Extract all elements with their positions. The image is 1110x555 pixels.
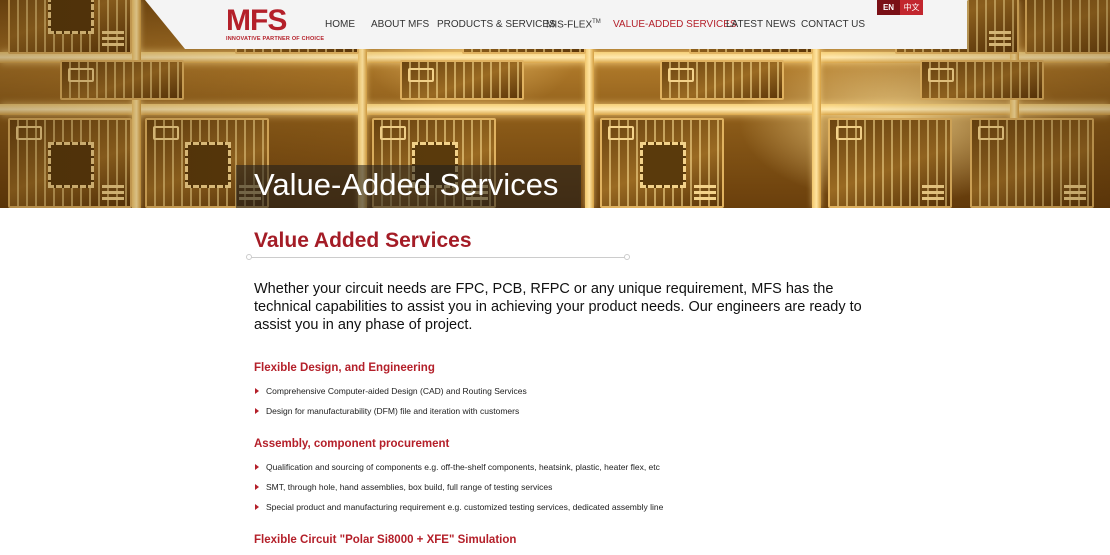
bullet-arrow-icon xyxy=(255,484,259,490)
language-switcher: EN 中文 xyxy=(877,0,923,15)
title-divider xyxy=(249,257,629,258)
logo-tagline: INNOVATIVE PARTNER OF CHOICE xyxy=(226,36,325,42)
lang-en-button[interactable]: EN xyxy=(877,0,900,15)
nav-contact-us[interactable]: CONTACT US xyxy=(801,19,865,30)
section-heading-assembly: Assembly, component procurement xyxy=(254,438,450,450)
bullet-arrow-icon xyxy=(255,464,259,470)
page-title: Value Added Services xyxy=(254,229,472,252)
divider-dot xyxy=(624,254,630,260)
list-item: Comprehensive Computer-aided Design (CAD… xyxy=(255,386,527,396)
nav-products-services[interactable]: PRODUCTS & SERVICES xyxy=(437,19,556,30)
lang-zh-button[interactable]: 中文 xyxy=(900,0,923,15)
nav-about-mfs[interactable]: ABOUT MFS xyxy=(371,19,429,30)
logo-text: MFS xyxy=(226,4,287,37)
trademark-mark: TM xyxy=(592,19,601,25)
list-item: Qualification and sourcing of components… xyxy=(255,462,660,472)
nav-mis-flex[interactable]: MIS-FLEXTM xyxy=(546,19,601,30)
nav-mis-flex-label: MIS-FLEX xyxy=(546,19,593,31)
bullet-arrow-icon xyxy=(255,408,259,414)
bullet-arrow-icon xyxy=(255,388,259,394)
list-item: Design for manufacturability (DFM) file … xyxy=(255,406,519,416)
section-heading-simulation: Flexible Circuit "Polar Si8000 + XFE" Si… xyxy=(254,534,517,546)
list-item-text: Special product and manufacturing requir… xyxy=(266,502,664,512)
hero-title: Value-Added Services xyxy=(254,167,559,202)
intro-paragraph: Whether your circuit needs are FPC, PCB,… xyxy=(254,281,862,333)
list-item: Special product and manufacturing requir… xyxy=(255,502,663,512)
nav-value-added-services[interactable]: VALUE-ADDED SERVICES xyxy=(613,19,737,30)
nav-home[interactable]: HOME xyxy=(325,19,355,30)
list-item: SMT, through hole, hand assemblies, box … xyxy=(255,482,552,492)
bullet-arrow-icon xyxy=(255,504,259,510)
list-item-text: Design for manufacturability (DFM) file … xyxy=(266,406,520,416)
mfs-logo[interactable]: MFS INNOVATIVE PARTNER OF CHOICE xyxy=(226,4,325,44)
divider-dot xyxy=(246,254,252,260)
list-item-text: Qualification and sourcing of components… xyxy=(266,462,660,472)
list-item-text: SMT, through hole, hand assemblies, box … xyxy=(266,482,553,492)
nav-latest-news[interactable]: LATEST NEWS xyxy=(726,19,796,30)
section-heading-design: Flexible Design, and Engineering xyxy=(254,362,435,374)
list-item-text: Comprehensive Computer-aided Design (CAD… xyxy=(266,386,527,396)
